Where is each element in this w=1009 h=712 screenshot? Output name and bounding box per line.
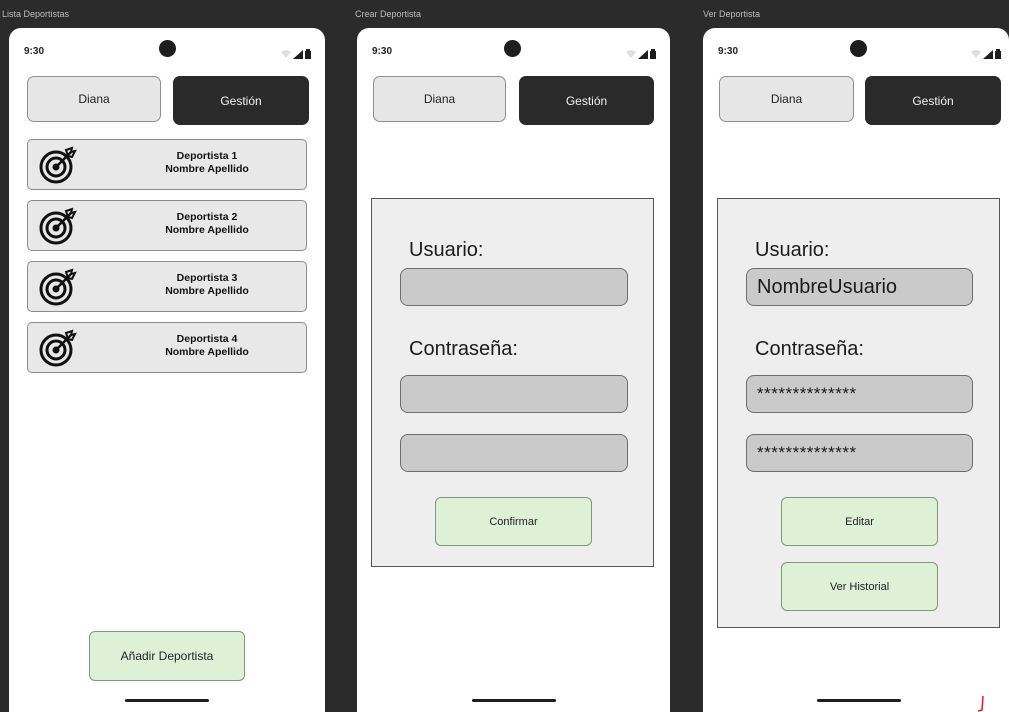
target-icon [38, 329, 78, 372]
phone-ver-deportista: 9:30 Diana Gestión Usuario: NombreUsuari… [703, 28, 1009, 712]
tab-diana[interactable]: Diana [719, 76, 854, 122]
tab-diana[interactable]: Diana [373, 76, 506, 122]
home-indicator [817, 699, 901, 702]
tab-gestion[interactable]: Gestión [519, 76, 654, 125]
camera-cutout [504, 40, 521, 57]
list-item-text: Deportista 2 Nombre Apellido [118, 211, 296, 237]
list-item-text: Deportista 4 Nombre Apellido [118, 333, 296, 359]
target-icon [38, 146, 78, 189]
list-item-title: Deportista 3 [176, 272, 238, 284]
signal-icon [983, 49, 993, 59]
list-item-subtitle: Nombre Apellido [165, 224, 249, 236]
system-icons [971, 49, 1001, 59]
target-icon [38, 207, 78, 250]
tab-bar: Diana Gestión [373, 76, 654, 125]
tab-bar: Diana Gestión [719, 76, 1003, 125]
frame-label-crear: Crear Deportista [355, 9, 422, 19]
status-time: 9:30 [718, 46, 739, 57]
list-item-title: Deportista 1 [176, 150, 238, 162]
wifi-icon [971, 50, 981, 58]
username-label: Usuario: [409, 239, 484, 261]
status-bar: 9:30 [9, 28, 325, 76]
status-bar: 9:30 [703, 28, 1009, 76]
camera-cutout [850, 40, 867, 57]
list-item-title: Deportista 2 [176, 211, 238, 223]
edit-button[interactable]: Editar [781, 497, 938, 546]
username-field[interactable]: NombreUsuario [746, 268, 973, 306]
tab-bar: Diana Gestión [27, 76, 309, 125]
status-time: 9:30 [372, 46, 393, 57]
frame-label-ver: Ver Deportista [703, 9, 761, 19]
tab-diana[interactable]: Diana [27, 76, 161, 122]
confirm-button[interactable]: Confirmar [435, 497, 592, 546]
battery-icon [995, 49, 1001, 59]
list-item-title: Deportista 4 [176, 333, 238, 345]
tab-gestion[interactable]: Gestión [173, 76, 309, 125]
camera-cutout [159, 40, 176, 57]
signal-icon [638, 49, 648, 59]
phone-crear-deportista: 9:30 Diana Gestión Usuario: Contraseña: … [357, 28, 670, 712]
tab-gestion[interactable]: Gestión [865, 76, 1001, 125]
view-history-button[interactable]: Ver Historial [781, 562, 938, 611]
home-indicator [472, 699, 556, 702]
red-mark [977, 696, 984, 712]
list-item-subtitle: Nombre Apellido [165, 163, 249, 175]
password-confirm-field[interactable]: ************** [746, 434, 973, 472]
battery-icon [650, 49, 656, 59]
username-label: Usuario: [755, 239, 830, 261]
password-field[interactable] [400, 375, 628, 413]
list-item[interactable]: Deportista 4 Nombre Apellido [27, 322, 307, 373]
list-item-text: Deportista 3 Nombre Apellido [118, 272, 296, 298]
list-item[interactable]: Deportista 1 Nombre Apellido [27, 139, 307, 190]
home-indicator [125, 699, 209, 702]
password-field[interactable]: ************** [746, 375, 973, 413]
status-bar: 9:30 [357, 28, 670, 76]
view-form-panel: Usuario: NombreUsuario Contraseña: *****… [717, 198, 1000, 628]
username-field[interactable] [400, 268, 628, 306]
signal-icon [293, 49, 303, 59]
add-athlete-button[interactable]: Añadir Deportista [89, 631, 245, 681]
list-item-subtitle: Nombre Apellido [165, 285, 249, 297]
password-label: Contraseña: [409, 338, 518, 360]
frame-label-lista: Lista Deportistas [2, 9, 70, 19]
password-label: Contraseña: [755, 338, 864, 360]
list-item-subtitle: Nombre Apellido [165, 346, 249, 358]
target-icon [38, 268, 78, 311]
list-item[interactable]: Deportista 3 Nombre Apellido [27, 261, 307, 312]
list-item[interactable]: Deportista 2 Nombre Apellido [27, 200, 307, 251]
create-form-panel: Usuario: Contraseña: Confirmar [371, 198, 654, 567]
list-item-text: Deportista 1 Nombre Apellido [118, 150, 296, 176]
phone-lista-deportistas: 9:30 Diana Gestión Deportista 1 Nombre Ap… [9, 28, 325, 712]
system-icons [626, 49, 656, 59]
system-icons [281, 49, 311, 59]
battery-icon [305, 49, 311, 59]
password-confirm-field[interactable] [400, 434, 628, 472]
status-time: 9:30 [24, 46, 45, 57]
wifi-icon [281, 50, 291, 58]
wifi-icon [626, 50, 636, 58]
